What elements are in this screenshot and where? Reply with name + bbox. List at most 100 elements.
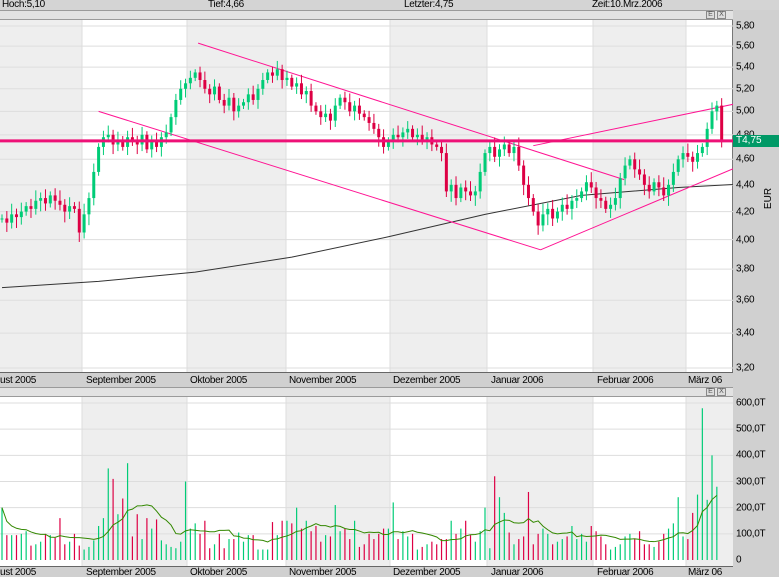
close-panel-button[interactable]: X: [717, 388, 726, 396]
candle-body: [420, 134, 424, 140]
candle-body: [290, 77, 294, 87]
candle-body: [106, 134, 110, 138]
candle-body: [184, 83, 188, 89]
month-label: Dezember 2005: [393, 375, 461, 386]
candle-body: [372, 122, 376, 129]
candle-body: [676, 159, 680, 172]
candle-body: [198, 72, 202, 81]
candle-body: [164, 132, 168, 138]
candle-body: [691, 156, 695, 162]
candle-body: [599, 198, 603, 201]
candle-body: [188, 77, 192, 84]
candle-body: [396, 134, 400, 138]
candle-body: [251, 94, 255, 100]
month-label: September 2005: [86, 375, 156, 386]
candle-body: [415, 134, 419, 138]
expand-button[interactable]: E: [706, 388, 715, 396]
candle-body: [715, 105, 719, 112]
candle-body: [411, 128, 415, 138]
price-tick-label: 5,40: [736, 61, 755, 73]
date-axis-bottom: ust 2005 September 2005 Oktober 2005 Novemb…: [0, 566, 733, 577]
candle-body: [348, 102, 352, 112]
candle-body: [454, 184, 458, 199]
price-tick-label: 5,60: [736, 40, 755, 52]
candle-body: [14, 214, 18, 218]
candle-body: [493, 146, 497, 157]
candle-body: [517, 146, 521, 166]
candle-body: [464, 187, 468, 192]
price-tick-label: 5,20: [736, 83, 755, 95]
volume-tick-label: 100,0T: [736, 528, 766, 540]
candle-body: [285, 77, 289, 81]
last-value: Letzter:4,75: [404, 0, 454, 10]
month-label: März 06: [688, 375, 723, 386]
candle-body: [720, 105, 724, 141]
price-tick-label: 3,80: [736, 263, 755, 275]
candle-body: [696, 153, 700, 162]
candle-body: [19, 211, 23, 218]
candle-body: [304, 91, 308, 95]
candle-body: [261, 80, 265, 89]
candle-body: [589, 182, 593, 188]
candle-body: [705, 128, 709, 147]
candle-body: [266, 72, 270, 81]
candle-body: [700, 146, 704, 154]
candle-body: [314, 105, 318, 112]
candle-body: [628, 159, 632, 166]
candle-body: [526, 184, 530, 199]
time-value: Zeit:10.Mrz.2006: [592, 0, 663, 10]
volume-tick-label: 500,0T: [736, 423, 766, 435]
candle-body: [440, 146, 444, 154]
date-axis: ust 2005 September 2005 Oktober 2005 Novemb…: [0, 372, 733, 387]
candle-body: [367, 117, 371, 123]
candle-body: [343, 97, 347, 103]
candle-body: [507, 144, 511, 154]
candle-body: [551, 208, 555, 219]
candle-body: [469, 191, 473, 196]
candle-body: [324, 113, 328, 118]
candle-body: [295, 83, 299, 87]
candle-body: [536, 211, 540, 226]
volume-axis: 600,0T 500,0T 400,0T 300,0T 200,0T 100,0T 0: [733, 387, 779, 577]
month-label: Februar 2006: [597, 567, 654, 577]
candle-body: [227, 97, 231, 106]
candle-body: [560, 204, 564, 212]
candle-body: [613, 198, 617, 205]
month-label: Dezember 2005: [393, 567, 461, 577]
month-label: November 2005: [289, 375, 357, 386]
candle-body: [502, 144, 506, 150]
candle-body: [555, 211, 559, 219]
candle-body: [68, 206, 72, 212]
candle-body: [541, 214, 545, 226]
close-panel-button[interactable]: X: [717, 11, 726, 19]
price-tick-label: 3,40: [736, 327, 755, 339]
axis-unit-label: EUR: [763, 187, 775, 210]
candle-body: [82, 214, 86, 233]
candle-body: [377, 128, 381, 138]
price-tick-label: 5,80: [736, 20, 755, 32]
candle-body: [309, 91, 313, 106]
candle-body: [638, 169, 642, 175]
month-label: Februar 2006: [597, 375, 654, 386]
candle-body: [623, 165, 627, 179]
expand-button[interactable]: E: [706, 11, 715, 19]
candle-body: [459, 187, 463, 199]
month-label: November 2005: [289, 567, 357, 577]
volume-tick-label: 200,0T: [736, 502, 766, 514]
volume-tick-label: 600,0T: [736, 397, 766, 409]
candle-body: [213, 86, 217, 95]
candle-body: [546, 208, 550, 215]
price-tick-label: 3,20: [736, 362, 755, 374]
price-tick-label: 4,00: [736, 234, 755, 246]
candle-body: [671, 171, 675, 185]
candle-body: [43, 198, 47, 204]
candle-body: [633, 159, 637, 170]
candle-body: [594, 187, 598, 199]
volume-chart: [0, 397, 733, 568]
price-tick-label: 4,20: [736, 206, 755, 218]
candle-body: [10, 214, 14, 223]
candle-body: [580, 191, 584, 199]
candle-body: [72, 206, 76, 209]
volume-tick-label: 300,0T: [736, 476, 766, 487]
candle-body: [686, 153, 690, 157]
